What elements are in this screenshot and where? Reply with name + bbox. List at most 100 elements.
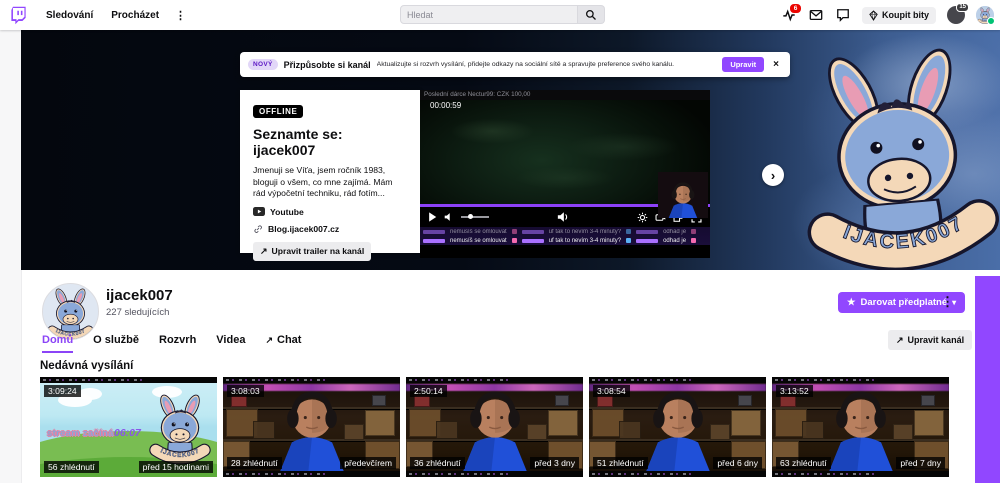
edit-trailer-button[interactable]: ↗ Upravit trailer na kanál	[253, 242, 371, 261]
tab-label: Rozvrh	[159, 334, 196, 346]
chat-emote-icon	[512, 238, 517, 243]
volume-icon[interactable]	[444, 212, 454, 222]
user-menu-avatar[interactable]	[976, 6, 994, 24]
chat-overlay-row: nemusíš se omlouvatuf tak to nevím 3-4 m…	[420, 227, 710, 236]
offline-info-card: OFFLINE Seznamte se: ijacek007 Jmenuji s…	[240, 90, 420, 253]
edit-channel-label: Upravit kanál	[908, 335, 965, 345]
youtube-link-label: Youtube	[270, 207, 304, 217]
nav-link-browse[interactable]: Procházet	[111, 10, 159, 21]
chat-message: nemusíš se omlouvat	[450, 238, 507, 244]
notice-description: Aktualizujte si rozvrh vysílání, přidejt…	[377, 61, 717, 68]
video-card-row: stream začíná06:073:09:2456 zhlédnutípře…	[40, 377, 949, 477]
chat-emote-icon	[512, 229, 517, 234]
inbox-button[interactable]	[808, 7, 824, 23]
tab-label: Domů	[42, 334, 73, 346]
search-input[interactable]	[400, 5, 578, 24]
chat-emote-icon	[691, 229, 696, 234]
tab-rozvrh[interactable]: Rozvrh	[159, 334, 196, 353]
video-views-badge: 36 zhlédnutí	[410, 457, 465, 469]
tab-chat[interactable]: ↗Chat	[265, 334, 301, 353]
video-date-badge: před 6 dny	[713, 457, 762, 469]
tab-label: Videa	[216, 334, 245, 346]
notice-title: Přizpůsobte si kanál	[284, 60, 371, 70]
chat-message: odhad je	[663, 229, 686, 235]
video-duration-badge: 2:50:14	[410, 385, 447, 397]
twitch-logo-icon[interactable]	[9, 6, 28, 25]
video-date-badge: před 3 dny	[530, 457, 579, 469]
nav-more-icon[interactable]: ⋮	[175, 9, 186, 22]
online-status-dot	[987, 17, 995, 25]
chat-username	[636, 239, 658, 243]
buy-bits-button[interactable]: Koupit bity	[862, 7, 936, 24]
thumbnail-top-overlay	[406, 377, 583, 383]
play-button[interactable]	[428, 212, 437, 222]
new-badge: NOVÝ	[248, 59, 278, 70]
stream-overlay-donor-text: Poslední dárce Nectur99: CZK 100,00	[420, 90, 710, 100]
chat-emote-icon	[691, 238, 696, 243]
external-arrow-icon: ↗	[265, 335, 273, 346]
search-icon	[585, 9, 597, 21]
chat-username	[423, 230, 445, 234]
external-arrow-icon: ↗	[896, 335, 904, 346]
volume-slider[interactable]	[461, 216, 489, 218]
video-duration-badge: 3:08:03	[227, 385, 264, 397]
tab-o-službě[interactable]: O službě	[93, 334, 139, 353]
chevron-right-icon: ›	[771, 168, 775, 183]
collapsed-chat-strip[interactable]	[975, 276, 1000, 483]
audio-speaker-icon[interactable]	[557, 211, 569, 223]
gift-sub-label: Darovat předplatné	[861, 297, 948, 308]
video-card[interactable]: 3:08:5451 zhlédnutípřed 6 dny	[589, 377, 766, 477]
extension-badge: 15	[956, 3, 969, 12]
video-card[interactable]: 3:08:03 28 zhlédnutí předevčírem	[223, 377, 400, 477]
tab-label: O službě	[93, 334, 139, 346]
twitch-channel-page: Sledování Procházet ⋮ 6	[0, 0, 1000, 483]
activity-feed-button[interactable]: 6	[781, 7, 797, 23]
blog-link[interactable]: Blog.ijacek007.cz	[253, 224, 407, 234]
channel-avatar[interactable]	[42, 283, 99, 340]
video-views-badge: 56 zhlédnutí	[44, 461, 99, 473]
banner-next-button[interactable]: ›	[762, 164, 784, 186]
webcam-overlay	[658, 172, 708, 218]
notification-badge: 6	[789, 3, 802, 14]
customize-channel-notice: NOVÝ Přizpůsobte si kanál Aktualizujte s…	[240, 52, 790, 77]
nav-right-cluster: 6 Koupit bity 15	[781, 0, 994, 30]
trailer-video-player[interactable]: Poslední dárce Nectur99: CZK 100,00 00:0…	[420, 90, 710, 258]
channel-more-icon[interactable]: ⋮	[941, 294, 954, 310]
donkey-mascot-image	[795, 30, 1000, 270]
offline-badge: OFFLINE	[253, 105, 303, 118]
offline-card-title: Seznamte se: ijacek007	[253, 126, 373, 158]
search-button[interactable]	[578, 5, 605, 24]
edit-channel-button[interactable]: ↗ Upravit kanál	[888, 330, 972, 350]
thumbnail-top-overlay	[40, 377, 217, 383]
nav-link-following[interactable]: Sledování	[46, 10, 93, 21]
recent-broadcasts-heading: Nedávná vysílání	[40, 360, 133, 372]
whispers-button[interactable]	[835, 7, 851, 23]
youtube-icon	[253, 207, 265, 216]
extension-avatar[interactable]: 15	[947, 6, 965, 24]
video-date-badge: předevčírem	[340, 457, 396, 469]
notice-close-icon[interactable]: ×	[770, 59, 782, 70]
video-card[interactable]: stream začíná06:073:09:2456 zhlédnutípře…	[40, 377, 217, 477]
blog-link-label: Blog.ijacek007.cz	[268, 224, 339, 234]
chat-message: odhad je	[663, 238, 686, 244]
collapsed-sidebar[interactable]	[0, 30, 22, 483]
followers-count: 227 sledujících	[106, 307, 169, 318]
chat-message: uf tak to nevím 3-4 minuty?	[549, 238, 621, 244]
thumbnail-start-time: 06:07	[114, 427, 141, 439]
video-card[interactable]: 3:13:5263 zhlédnutípřed 7 dny	[772, 377, 949, 477]
chat-username	[522, 239, 544, 243]
video-duration-badge: 3:09:24	[44, 385, 81, 397]
thumbnail-bottom-overlay	[589, 471, 766, 477]
video-views-badge: 51 zhlédnutí	[593, 457, 648, 469]
youtube-link[interactable]: Youtube	[253, 207, 407, 217]
settings-gear-icon[interactable]	[637, 212, 648, 223]
chat-username	[423, 239, 445, 243]
tab-domů[interactable]: Domů	[42, 334, 73, 353]
channel-name: ijacek007	[106, 287, 173, 304]
video-card[interactable]: 2:50:14 36 zhlédnutí před 3 dny	[406, 377, 583, 477]
banner-mascot	[795, 30, 1000, 270]
notice-edit-button[interactable]: Upravit	[722, 57, 764, 72]
tab-videa[interactable]: Videa	[216, 334, 245, 353]
thumbnail-top-overlay	[772, 377, 949, 383]
video-views-badge: 28 zhlédnutí	[227, 457, 282, 469]
